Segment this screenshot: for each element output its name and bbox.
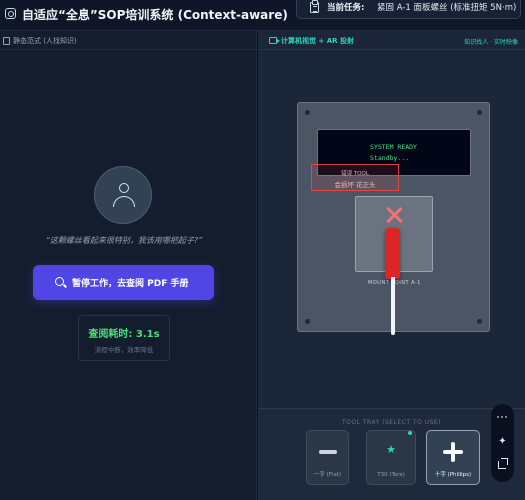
left-panel-title: 静态范式 (人找知识) (13, 37, 77, 45)
flat-screwdriver-icon (319, 450, 337, 454)
open-pdf-manual-button[interactable]: 暂停工作，去查阅 PDF 手册 (33, 265, 214, 300)
lookup-time-value: 查阅耗时: 3.1s (88, 329, 160, 340)
phillips-plus-icon (440, 440, 466, 466)
static-paradigm-panel: 静态范式 (人找知识) “这颗螺丝看起来很特别，我该用哪把起子?” 暂停工作，去… (0, 31, 257, 500)
floating-toolbar: ✦ (491, 404, 514, 482)
tool-tray-title: TOOL TRAY (SELECT TO USE) (341, 419, 442, 426)
screwdriver-handle[interactable] (385, 228, 400, 279)
right-panel-meta: 知识找人 · 实时映像 (464, 39, 518, 46)
crop-icon[interactable] (498, 458, 508, 469)
app-header: 自适应“全息”SOP培训系统 (Context-aware) 当前任务: 紧固 … (0, 0, 525, 31)
ar-warning-line1: 错误 TOOL (341, 171, 369, 177)
tool-flat-button[interactable]: 一字 (Flat) (306, 430, 349, 485)
search-icon (55, 277, 64, 286)
right-panel-title: 计算机视觉 + AR 投射 (281, 37, 354, 45)
tool-flat-label: 一字 (Flat) (313, 472, 342, 478)
tool-torx-button[interactable]: ★ T30 (Torx) (366, 430, 416, 485)
torx-star-icon: ★ (386, 443, 396, 456)
ar-warning-overlay: 错误 TOOL 会损坏 花正头 (311, 164, 399, 191)
ar-warning-line2: 会损坏 花正头 (334, 181, 376, 189)
tool-torx-label: T30 (Torx) (377, 472, 405, 478)
lookup-time-note: 流程中断，效率降低 (94, 346, 154, 354)
document-icon (3, 37, 10, 45)
selection-indicator-dot (408, 431, 412, 435)
display-standby-line: Standby... (370, 154, 410, 162)
current-task-box: 当前任务: 紧固 A-1 面板螺丝 (标准扭矩 5N·m) (296, 0, 521, 19)
screw-icon (477, 110, 482, 115)
task-value: 紧固 A-1 面板螺丝 (标准扭矩 5N·m) (377, 3, 517, 13)
screw-icon (477, 319, 482, 324)
user-head-icon (119, 183, 129, 193)
user-body-icon (113, 196, 135, 207)
tool-phillips-label: 十字 (Phillips) (434, 472, 472, 478)
screwdriver-shaft (391, 277, 395, 335)
app-title: 自适应“全息”SOP培训系统 (Context-aware) (22, 8, 288, 22)
camera-icon (269, 37, 280, 44)
clipboard-icon (310, 0, 319, 13)
sparkle-icon[interactable]: ✦ (491, 437, 514, 447)
app-logo-icon (5, 8, 16, 19)
lookup-time-stat: 查阅耗时: 3.1s 流程中断，效率降低 (78, 315, 170, 361)
worker-avatar (94, 166, 152, 224)
worker-quote: “这颗螺丝看起来很特别，我该用哪把起子?” (45, 236, 203, 245)
tool-phillips-button[interactable]: 十字 (Phillips) (426, 430, 480, 485)
task-label: 当前任务: (327, 3, 365, 13)
pdf-button-label: 暂停工作，去查阅 PDF 手册 (72, 279, 189, 289)
ar-projection-panel: 计算机视觉 + AR 投射 知识找人 · 实时映像 SYSTEM READY S… (258, 31, 525, 500)
right-panel-header: 计算机视觉 + AR 投射 知识找人 · 实时映像 (258, 31, 525, 50)
left-panel-header: 静态范式 (人找知识) (0, 31, 257, 50)
display-status-line: SYSTEM READY (370, 143, 417, 151)
screw-icon (305, 110, 310, 115)
screw-icon (305, 319, 310, 324)
drag-handle-icon[interactable] (497, 416, 508, 420)
wrong-tool-x-icon (386, 207, 402, 223)
